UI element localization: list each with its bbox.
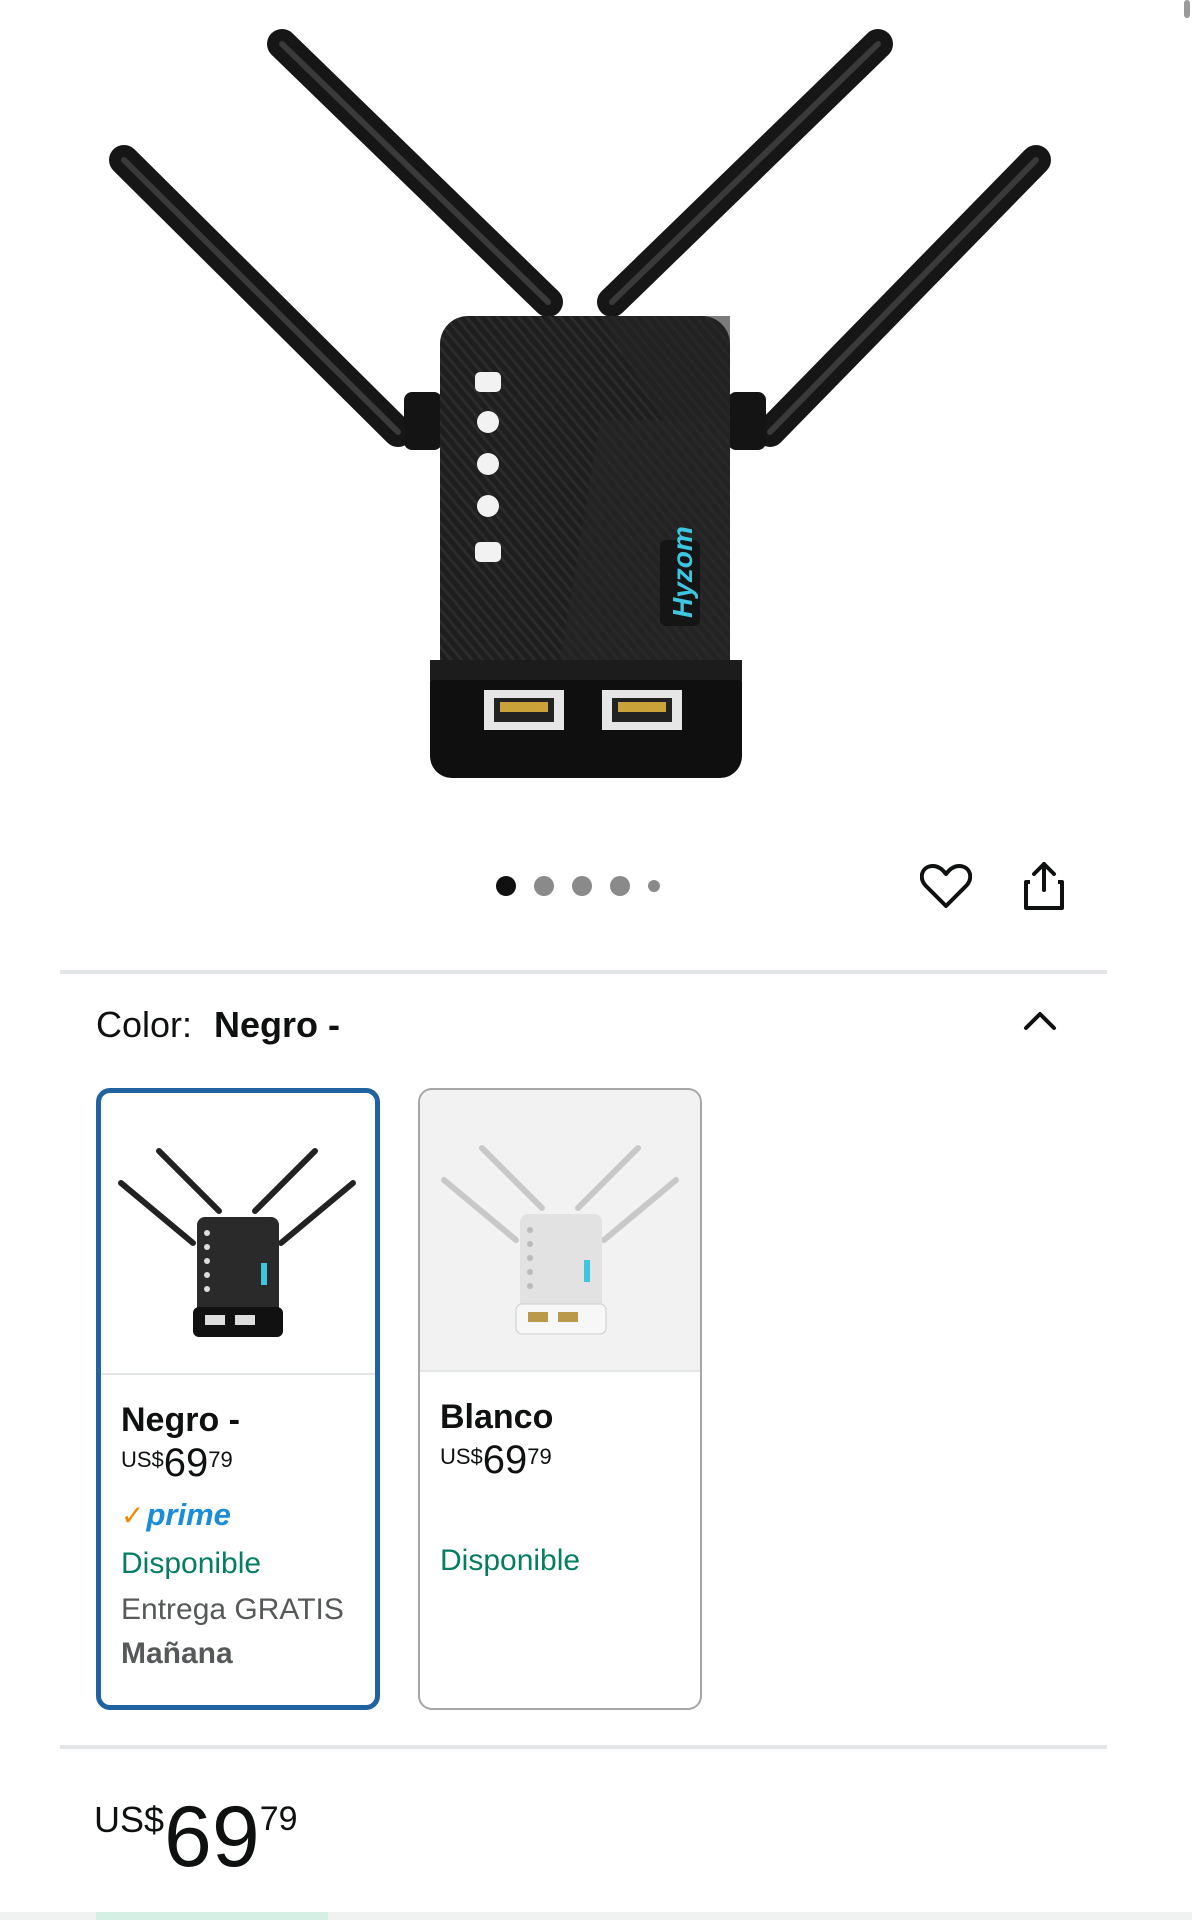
prime-check-icon: ✓ [121, 1499, 145, 1531]
price-currency: US$ [440, 1444, 483, 1469]
carousel-dot[interactable] [572, 876, 592, 896]
delivery-info: Entrega GRATIS [121, 1593, 344, 1626]
prime-badge: ✓ prime [121, 1497, 365, 1533]
bottom-strip [0, 1912, 1192, 1920]
price-fraction: 79 [259, 1800, 298, 1838]
chevron-up-icon [1024, 1012, 1056, 1030]
selected-color-value: Negro - [214, 1004, 341, 1045]
price-fraction: 79 [527, 1444, 552, 1469]
price-whole: 69 [164, 1789, 260, 1885]
color-option-blanco[interactable]: Blanco US$ 69 79 Disponible [418, 1088, 702, 1710]
carousel-dot[interactable] [610, 876, 630, 896]
bottom-accent [96, 1912, 328, 1920]
product-price: US$ 69 79 [94, 1794, 298, 1880]
color-option-name: Negro - [121, 1401, 240, 1439]
availability-status: Disponible [121, 1547, 262, 1580]
section-divider [60, 970, 1107, 974]
router-illustration: Hyzom [109, 29, 1051, 778]
share-icon [1024, 862, 1064, 910]
section-divider [60, 1745, 1107, 1749]
color-selector-header: Color: Negro - [96, 1004, 340, 1046]
product-image[interactable]: Hyzom [0, 0, 1192, 820]
price-whole: 69 [163, 1441, 209, 1485]
collapse-button[interactable] [1020, 1000, 1060, 1040]
carousel-dot[interactable] [648, 880, 660, 892]
carousel-indicator [496, 876, 678, 896]
share-button[interactable] [1016, 858, 1072, 914]
color-option-thumbnail [420, 1090, 700, 1372]
add-to-list-button[interactable] [918, 858, 974, 914]
heart-icon [920, 864, 972, 908]
carousel-dot[interactable] [496, 876, 516, 896]
price-currency: US$ [121, 1447, 164, 1472]
availability-status: Disponible [440, 1544, 581, 1577]
price-currency: US$ [94, 1799, 165, 1840]
color-option-price: US$ 69 79 [440, 1440, 690, 1480]
color-option-thumbnail [101, 1093, 375, 1375]
price-whole: 69 [482, 1438, 528, 1482]
color-label: Color: [96, 1004, 193, 1045]
prime-label: prime [146, 1497, 231, 1532]
color-option-negro[interactable]: Negro - US$ 69 79 ✓ prime Disponible Ent… [96, 1088, 380, 1710]
color-option-price: US$ 69 79 [121, 1443, 365, 1483]
price-fraction: 79 [208, 1447, 233, 1472]
delivery-day: Mañana [121, 1637, 233, 1670]
carousel-dot[interactable] [534, 876, 554, 896]
brand-logo-text: Hyzom [667, 526, 698, 618]
color-option-name: Blanco [440, 1398, 554, 1436]
